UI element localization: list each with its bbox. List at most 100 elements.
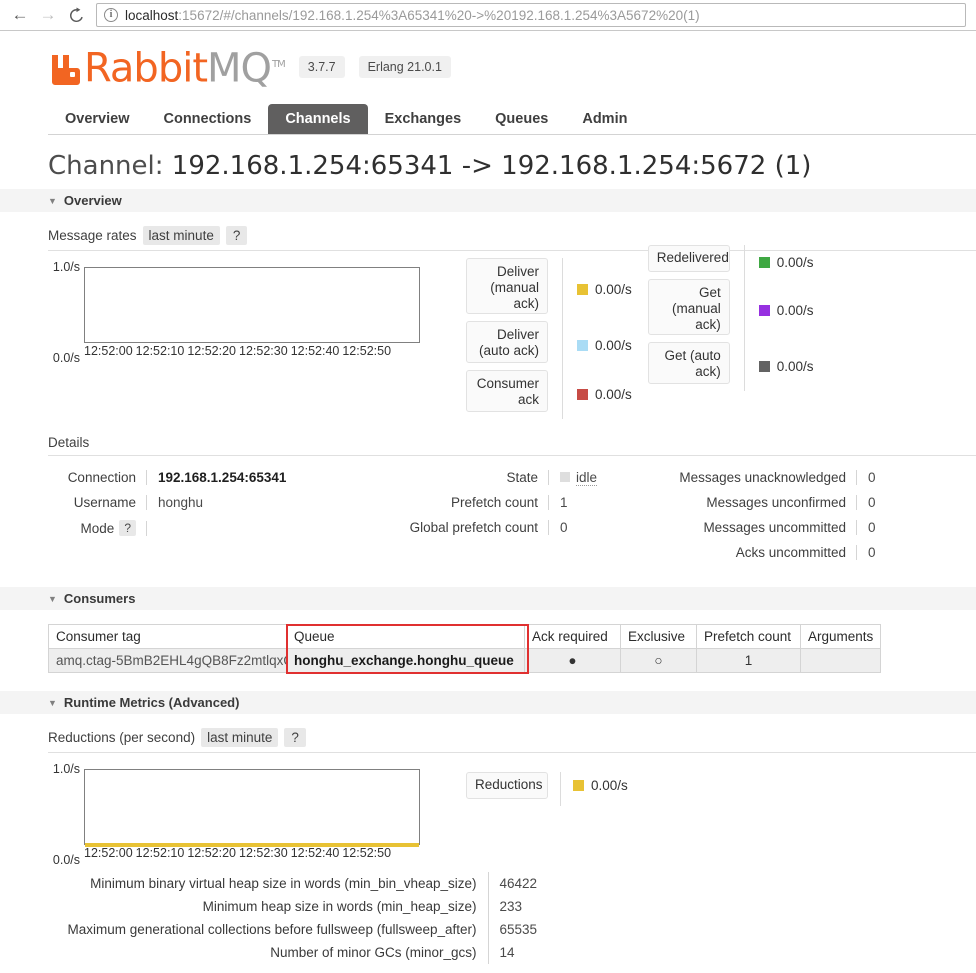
page-title-value: 192.168.1.254:65341 -> 192.168.1.254:567… (171, 151, 812, 181)
section-header-consumers[interactable]: ▼ Consumers (0, 587, 976, 610)
section-header-overview[interactable]: ▼ Overview (0, 189, 976, 212)
column-prefetch-count[interactable]: Prefetch count (696, 624, 801, 649)
status-badge: idle (576, 470, 598, 486)
reductions-help-icon[interactable]: ? (284, 728, 306, 747)
metric-value-minor-gcs: 14 (487, 941, 538, 964)
tab-admin[interactable]: Admin (565, 104, 644, 134)
detail-label: Messages uncommitted (703, 520, 846, 535)
detail-row-messages-unacknowledged: Messages unacknowledged 0 (608, 470, 938, 495)
legend-redelivered[interactable]: Redelivered (647, 245, 730, 272)
forward-arrow-icon[interactable]: → (34, 2, 62, 28)
detail-row-state: State idle (348, 470, 608, 495)
details-col-right: Messages unacknowledged 0 Messages uncon… (608, 470, 938, 570)
legend-divider (562, 258, 563, 419)
rabbitmq-management-page: RabbitMQTM 3.7.7 Erlang 21.0.1 Overview … (0, 31, 976, 973)
legend-deliver-manual-ack[interactable]: Deliver (manual ack) (466, 258, 548, 314)
column-ack-required[interactable]: Ack required (524, 624, 621, 649)
detail-value-state: idle (548, 470, 598, 486)
x-tick: 12:52:20 (187, 344, 237, 358)
cell-ack-required: ● (524, 648, 621, 673)
reductions-chart: 1.0/s 0.0/s 12:52:00 12:52:10 12:52:20 1… (53, 762, 420, 867)
tab-exchanges[interactable]: Exchanges (368, 104, 479, 134)
message-rates-legend-right: Redelivered Get (manual ack) Get (auto a… (647, 245, 814, 391)
legend-swatch-icon (577, 389, 588, 400)
page-title: Channel: 192.168.1.254:65341 -> 192.168.… (0, 135, 976, 189)
tab-channels[interactable]: Channels (268, 104, 368, 134)
rabbitmq-logo-icon[interactable] (48, 49, 81, 85)
message-rates-y-tick-max: 1.0/s (52, 260, 80, 274)
legend-value-deliver-manual-ack: 0.00/s (577, 258, 632, 321)
column-exclusive[interactable]: Exclusive (620, 624, 697, 649)
detail-label: State (506, 470, 538, 485)
column-arguments[interactable]: Arguments (799, 624, 882, 649)
brand-primary: Rabbit (84, 45, 208, 92)
message-rates-legend-left: Deliver (manual ack) Deliver (auto ack) … (466, 258, 632, 419)
legend-value-consumer-ack: 0.00/s (577, 370, 632, 419)
detail-value-connection[interactable]: 192.168.1.254:65341 (146, 470, 286, 485)
detail-label-mode-wrap: Mode ? (48, 520, 146, 536)
x-tick: 12:52:50 (342, 846, 392, 860)
x-tick: 12:52:10 (135, 344, 185, 358)
legend-swatch-icon (758, 256, 770, 268)
legend-labels-reductions: Reductions (466, 772, 548, 806)
main-nav-tabs: Overview Connections Channels Exchanges … (48, 101, 976, 135)
tab-overview[interactable]: Overview (48, 104, 147, 134)
tab-queues[interactable]: Queues (478, 104, 565, 134)
section-header-runtime-metrics[interactable]: ▼ Runtime Metrics (Advanced) (0, 691, 976, 714)
tab-connections[interactable]: Connections (147, 104, 269, 134)
column-consumer-tag[interactable]: Consumer tag (48, 624, 287, 649)
legend-get-auto-ack[interactable]: Get (auto ack) (647, 342, 730, 384)
metric-label-fullsweep-after: Maximum generational collections before … (67, 922, 477, 937)
legend-consumer-ack[interactable]: Consumer ack (466, 370, 548, 412)
metric-label-min-bin-vheap-size: Minimum binary virtual heap size in word… (90, 876, 477, 891)
legend-reductions[interactable]: Reductions (466, 772, 548, 799)
legend-value-get-auto-ack: 0.00/s (758, 342, 814, 391)
reductions-series-line (85, 843, 419, 847)
column-queue[interactable]: Queue (286, 624, 525, 649)
legend-deliver-auto-ack[interactable]: Deliver (auto ack) (466, 321, 548, 363)
brand-wordmark[interactable]: RabbitMQTM (84, 45, 286, 89)
legend-swatch-icon (577, 284, 588, 295)
legend-labels-right: Redelivered Get (manual ack) Get (auto a… (647, 245, 730, 391)
reductions-period-selector[interactable]: last minute (201, 728, 279, 747)
table-row: Minimum heap size in words (min_heap_siz… (48, 895, 538, 918)
detail-label: Mode (80, 520, 115, 536)
cell-prefetch-count: 1 (696, 648, 801, 673)
detail-row-connection: Connection 192.168.1.254:65341 (48, 470, 348, 495)
legend-value-get-manual-ack: 0.00/s (758, 279, 814, 342)
table-row: Number of minor GCs (minor_gcs) 14 (48, 941, 538, 964)
message-rates-chart-area: 1.0/s 0.0/s 12:52:00 12:52:10 12:52:20 1… (48, 245, 976, 419)
detail-row-messages-unconfirmed: Messages unconfirmed 0 (608, 495, 938, 520)
legend-values-reductions: 0.00/s (573, 772, 628, 799)
message-rates-period-selector[interactable]: last minute (142, 226, 220, 245)
address-bar[interactable]: i localhost:15672/#/channels/192.168.1.2… (96, 3, 966, 27)
detail-label: Messages unacknowledged (679, 470, 846, 485)
detail-row-acks-uncommitted: Acks uncommitted 0 (608, 545, 938, 570)
details-grid: Connection 192.168.1.254:65341 Username … (48, 470, 976, 570)
section-header-runtime-metrics-label: Runtime Metrics (Advanced) (63, 695, 240, 710)
legend-value-redelivered: 0.00/s (758, 245, 814, 279)
table-row: Maximum generational collections before … (48, 918, 538, 941)
legend-rate: 0.00/s (776, 254, 814, 270)
detail-label: Messages unconfirmed (706, 495, 846, 510)
metric-label-minor-gcs: Number of minor GCs (minor_gcs) (270, 945, 477, 960)
message-rates-x-ticks: 12:52:00 12:52:10 12:52:20 12:52:30 12:5… (84, 344, 420, 358)
legend-get-manual-ack[interactable]: Get (manual ack) (647, 279, 730, 335)
section-header-consumers-label: Consumers (63, 591, 136, 606)
cell-queue[interactable]: honghu_exchange.honghu_queue (286, 648, 525, 673)
x-tick: 12:52:30 (239, 846, 288, 860)
mode-help-icon[interactable]: ? (119, 520, 136, 536)
detail-label: Connection (67, 470, 136, 485)
x-tick: 12:52:40 (290, 344, 340, 358)
details-heading: Details (48, 435, 976, 456)
info-icon[interactable]: i (104, 8, 118, 22)
detail-value-messages-uncommitted: 0 (856, 520, 876, 535)
chevron-down-icon: ▼ (48, 697, 57, 708)
legend-swatch-icon (758, 361, 770, 372)
message-rates-help-icon[interactable]: ? (225, 226, 248, 245)
reload-icon[interactable] (62, 2, 90, 28)
back-arrow-icon[interactable]: ← (6, 2, 34, 28)
detail-value-global-prefetch-count: 0 (548, 520, 568, 535)
reductions-y-tick-min: 0.0/s (52, 853, 80, 867)
legend-swatch-icon (577, 340, 588, 351)
